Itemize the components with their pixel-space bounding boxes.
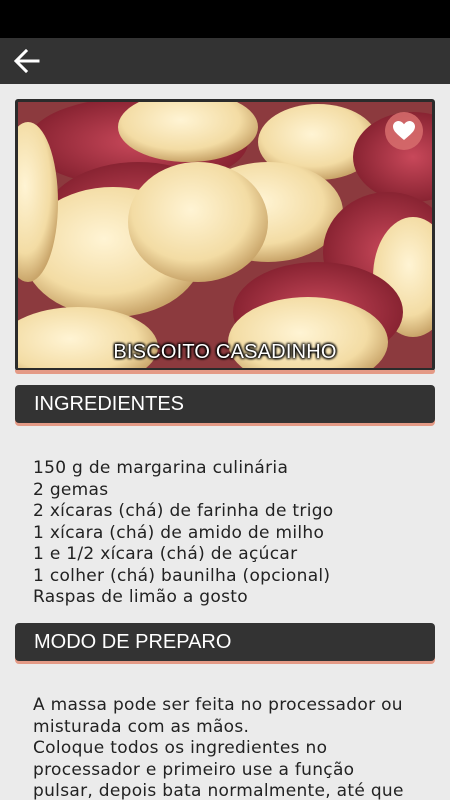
back-button[interactable] <box>8 42 46 80</box>
ingredients-list: 150 g de margarina culinária 2 gemas 2 x… <box>33 458 443 609</box>
method-line: A massa pode ser feita no processador ou <box>33 695 403 715</box>
ingredient-item: 1 e 1/2 xícara (chá) de açúcar <box>33 544 298 564</box>
ingredient-item: 2 xícaras (chá) de farinha de trigo <box>33 501 334 521</box>
method-line: misturada com as mãos. <box>33 716 250 737</box>
method-text: A massa pode ser feita no processador ou… <box>33 695 443 800</box>
app-bar <box>0 38 450 84</box>
ingredient-item: 150 g de margarina culinária <box>33 458 289 478</box>
recipe-photo-card: BISCOITO CASADINHO <box>15 99 435 371</box>
status-bar <box>0 0 450 38</box>
method-line: Coloque todos os ingredientes no <box>33 738 328 758</box>
method-header-label: MODO DE PREPARO <box>34 631 232 653</box>
favorite-button[interactable] <box>385 112 423 150</box>
method-line: pulsar, depois bata normalmente, até que <box>33 781 404 800</box>
arrow-left-icon <box>14 49 40 73</box>
method-header: MODO DE PREPARO <box>15 623 435 661</box>
recipe-title: BISCOITO CASADINHO <box>113 341 337 363</box>
heart-icon <box>393 121 415 140</box>
recipe-photo <box>18 102 432 368</box>
ingredient-item: 2 gemas <box>33 479 109 500</box>
card-accent-underline <box>15 370 435 374</box>
ingredients-header: INGREDIENTES <box>15 385 435 423</box>
ingredient-item: 1 colher (chá) baunilha (opcional) <box>33 565 331 586</box>
ingredient-item: Raspas de limão a gosto <box>33 587 248 607</box>
ingredient-item: 1 xícara (chá) de amido de milho <box>33 522 325 543</box>
method-line: processador e primeiro use a função <box>33 759 355 780</box>
ingredients-header-label: INGREDIENTES <box>34 393 185 415</box>
